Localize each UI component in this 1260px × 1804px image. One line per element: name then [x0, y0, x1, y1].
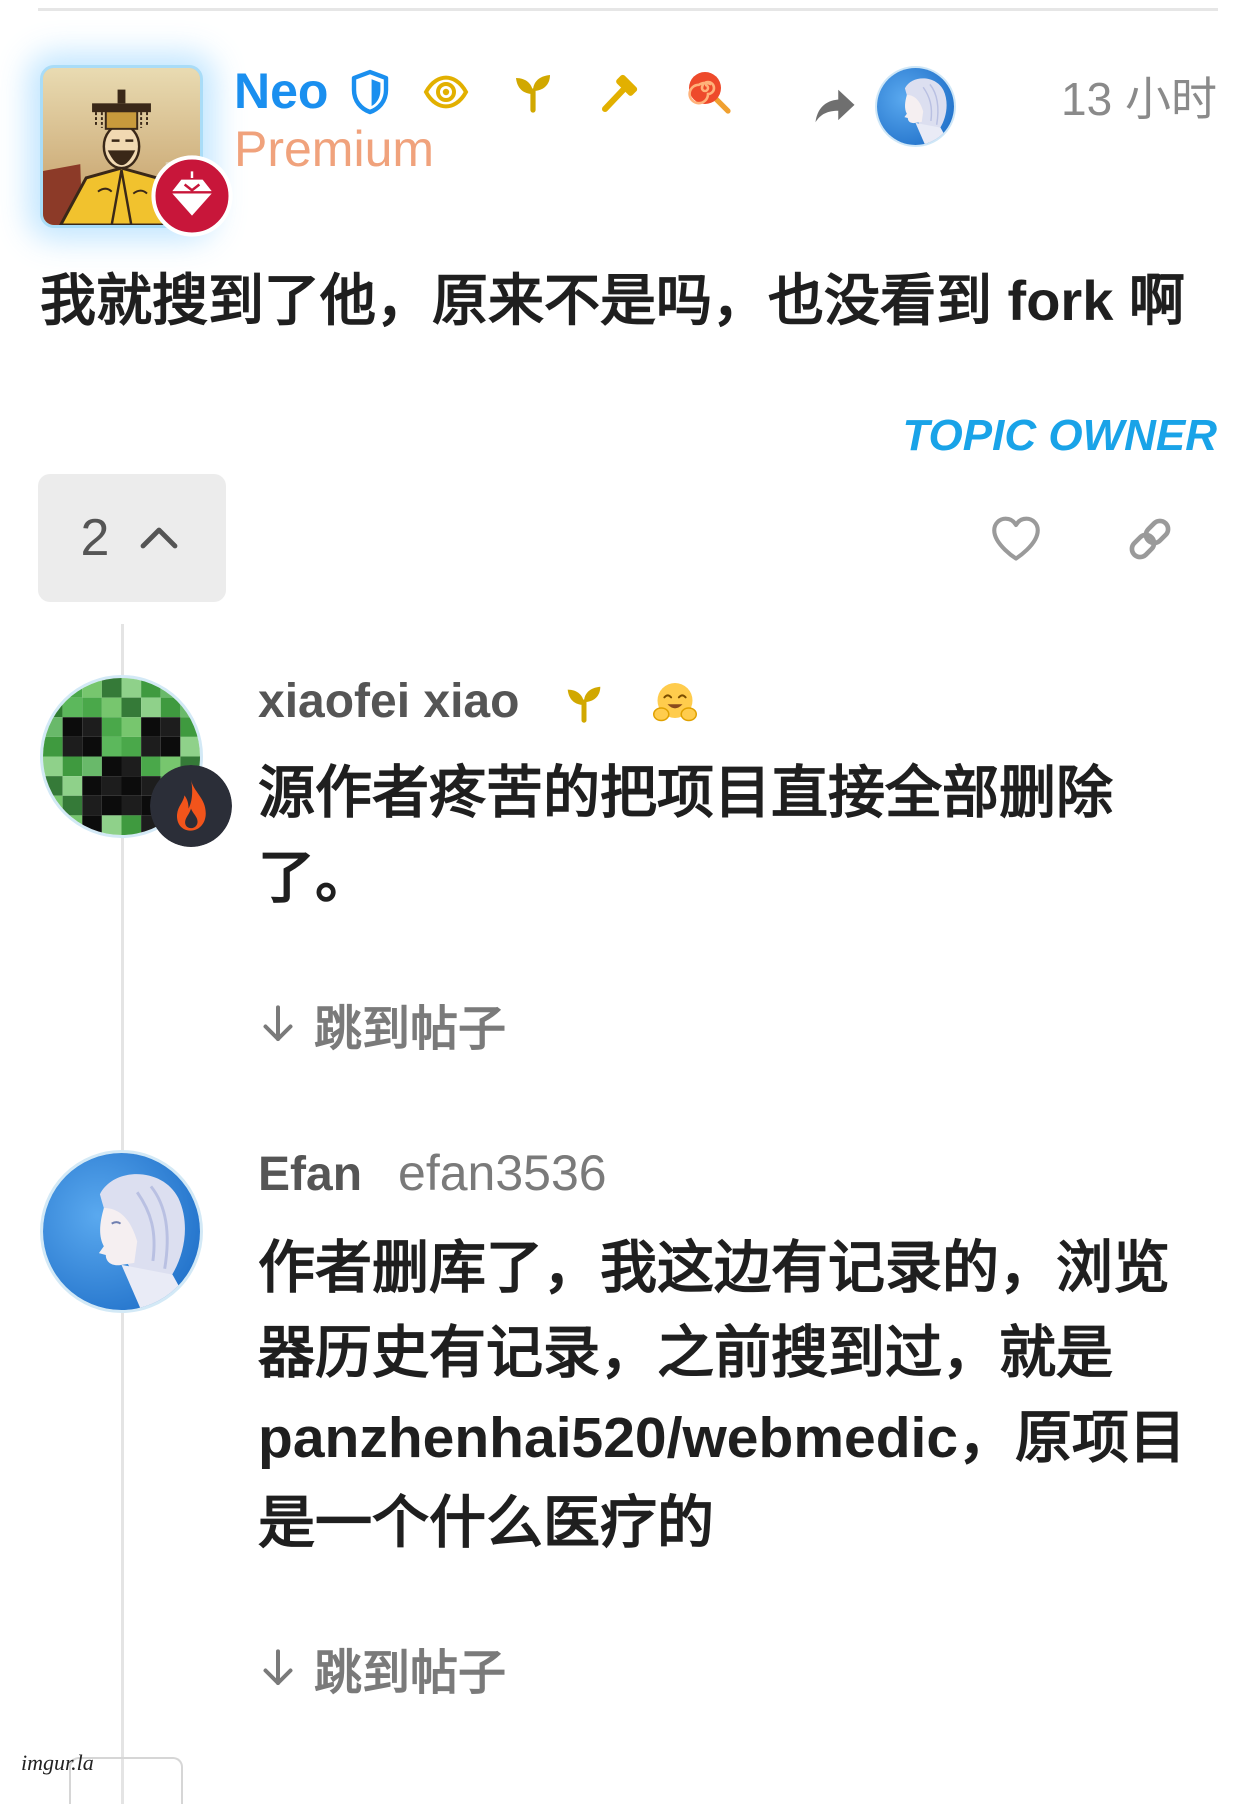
- avatar-pixel: [101, 756, 122, 777]
- avatar-pixel: [43, 776, 63, 796]
- avatar-pixel: [180, 717, 200, 737]
- avatar-pixel: [121, 736, 142, 757]
- topic-owner-label: TOPIC OWNER: [902, 411, 1217, 460]
- reply-author-name[interactable]: xiaofei xiao: [258, 678, 519, 726]
- avatar-pixel: [62, 776, 83, 796]
- avatar-pixel: [62, 717, 83, 737]
- avatar-pixel: [82, 795, 102, 816]
- avatar-pixel: [43, 736, 63, 757]
- avatar-pixel: [180, 736, 200, 757]
- avatar-pixel: [62, 795, 83, 816]
- link-icon: [1129, 518, 1171, 560]
- avatar-pixel: [43, 678, 63, 698]
- reply-author-avatar[interactable]: [40, 1150, 203, 1313]
- diamond-badge-icon: [151, 155, 233, 237]
- shield-icon: [346, 68, 394, 116]
- jump-to-post-link[interactable]: 跳到帖子: [258, 996, 506, 1056]
- avatar-pixel: [101, 678, 122, 698]
- top-divider: [38, 8, 1218, 11]
- topic-page: Neo Premium 13 小时 我就搜到了他，原来不是吗，也没看到 fork…: [0, 0, 1260, 1804]
- anime-portrait-avatar: [43, 1153, 200, 1310]
- reply-author-row: Efan efan3536: [258, 1148, 607, 1199]
- reply-author-name[interactable]: Efan: [258, 1151, 362, 1199]
- avatar-pixel: [121, 756, 142, 777]
- avatar-pixel: [62, 678, 83, 698]
- avatar-pixel: [141, 756, 161, 777]
- sprout-icon: [509, 68, 557, 116]
- avatar-pixel: [141, 717, 161, 737]
- anime-portrait-avatar: [877, 68, 954, 145]
- avatar-pixel: [43, 717, 63, 737]
- avatar-pixel: [160, 736, 181, 757]
- reply-body: 作者删库了，我这边有记录的，浏览器历史有记录，之前搜到过，就是 panzhenh…: [258, 1236, 1187, 1555]
- avatar-pixel: [82, 776, 102, 796]
- author-title: Premium: [234, 121, 435, 177]
- arrow-down-icon: [258, 1646, 298, 1690]
- post-time[interactable]: 13 小时: [1061, 76, 1217, 122]
- eye-icon: [422, 68, 470, 116]
- hugging-face-emoji: [650, 678, 700, 728]
- avatar-pixel: [62, 736, 83, 757]
- avatar-pixel: [121, 678, 142, 698]
- jump-to-post-label: 跳到帖子: [314, 1647, 507, 1700]
- avatar-pixel: [160, 697, 181, 718]
- reply-arrow-icon[interactable]: [809, 80, 861, 132]
- fire-badge-icon: [150, 765, 232, 847]
- avatar-pixel: [43, 815, 63, 835]
- reply-body: 源作者疼苦的把项目直接全部删除了。: [258, 761, 1113, 910]
- replies-toggle-button[interactable]: 2: [38, 474, 226, 602]
- avatar-pixel: [141, 697, 161, 718]
- jump-to-post-label: 跳到帖子: [314, 1003, 507, 1056]
- avatar-pixel: [62, 756, 83, 777]
- avatar-pixel: [160, 717, 181, 737]
- watermark: imgur.la: [21, 1750, 94, 1775]
- avatar-pixel: [43, 756, 63, 777]
- heart-icon: [992, 516, 1040, 561]
- avatar-pixel: [101, 717, 122, 737]
- avatar-pixel: [180, 697, 200, 718]
- chevron-up-icon: [135, 514, 183, 562]
- avatar-pixel: [160, 678, 181, 698]
- avatar-pixel: [101, 815, 122, 835]
- avatar-pixel: [101, 736, 122, 757]
- arrow-down-icon: [258, 1002, 298, 1046]
- avatar-pixel: [82, 736, 102, 757]
- reply-to-user-avatar[interactable]: [875, 66, 956, 147]
- avatar-pixel: [62, 815, 83, 835]
- avatar-pixel: [101, 795, 122, 816]
- avatar-pixel: [180, 678, 200, 698]
- avatar-pixel: [82, 815, 102, 835]
- avatar-pixel: [121, 697, 142, 718]
- avatar-pixel: [121, 776, 142, 796]
- post-body: 我就搜到了他，原来不是吗，也没看到 fork 啊: [40, 269, 1185, 332]
- avatar-pixel: [82, 678, 102, 698]
- avatar-pixel: [121, 795, 142, 816]
- jump-to-post-link[interactable]: 跳到帖子: [258, 1640, 506, 1700]
- avatar-pixel: [82, 756, 102, 777]
- copy-link-button[interactable]: [1122, 511, 1178, 567]
- avatar-pixel: [121, 815, 142, 835]
- avatar-pixel: [82, 697, 102, 718]
- replies-count: 2: [80, 509, 110, 567]
- avatar-pixel: [82, 717, 102, 737]
- hammer-icon: [596, 68, 644, 116]
- avatar-pixel: [43, 697, 63, 718]
- avatar-pixel: [141, 678, 161, 698]
- author-name[interactable]: Neo: [234, 66, 328, 116]
- avatar-pixel: [121, 717, 142, 737]
- sprout-icon: [561, 680, 607, 726]
- avatar-pixel: [62, 697, 83, 718]
- reply-author-username[interactable]: efan3536: [398, 1148, 607, 1198]
- avatar-pixel: [141, 736, 161, 757]
- avatar-pixel: [43, 795, 63, 816]
- avatar-pixel: [101, 697, 122, 718]
- avatar-pixel: [101, 776, 122, 796]
- lollipop-icon: [685, 68, 733, 116]
- like-button[interactable]: [987, 509, 1045, 567]
